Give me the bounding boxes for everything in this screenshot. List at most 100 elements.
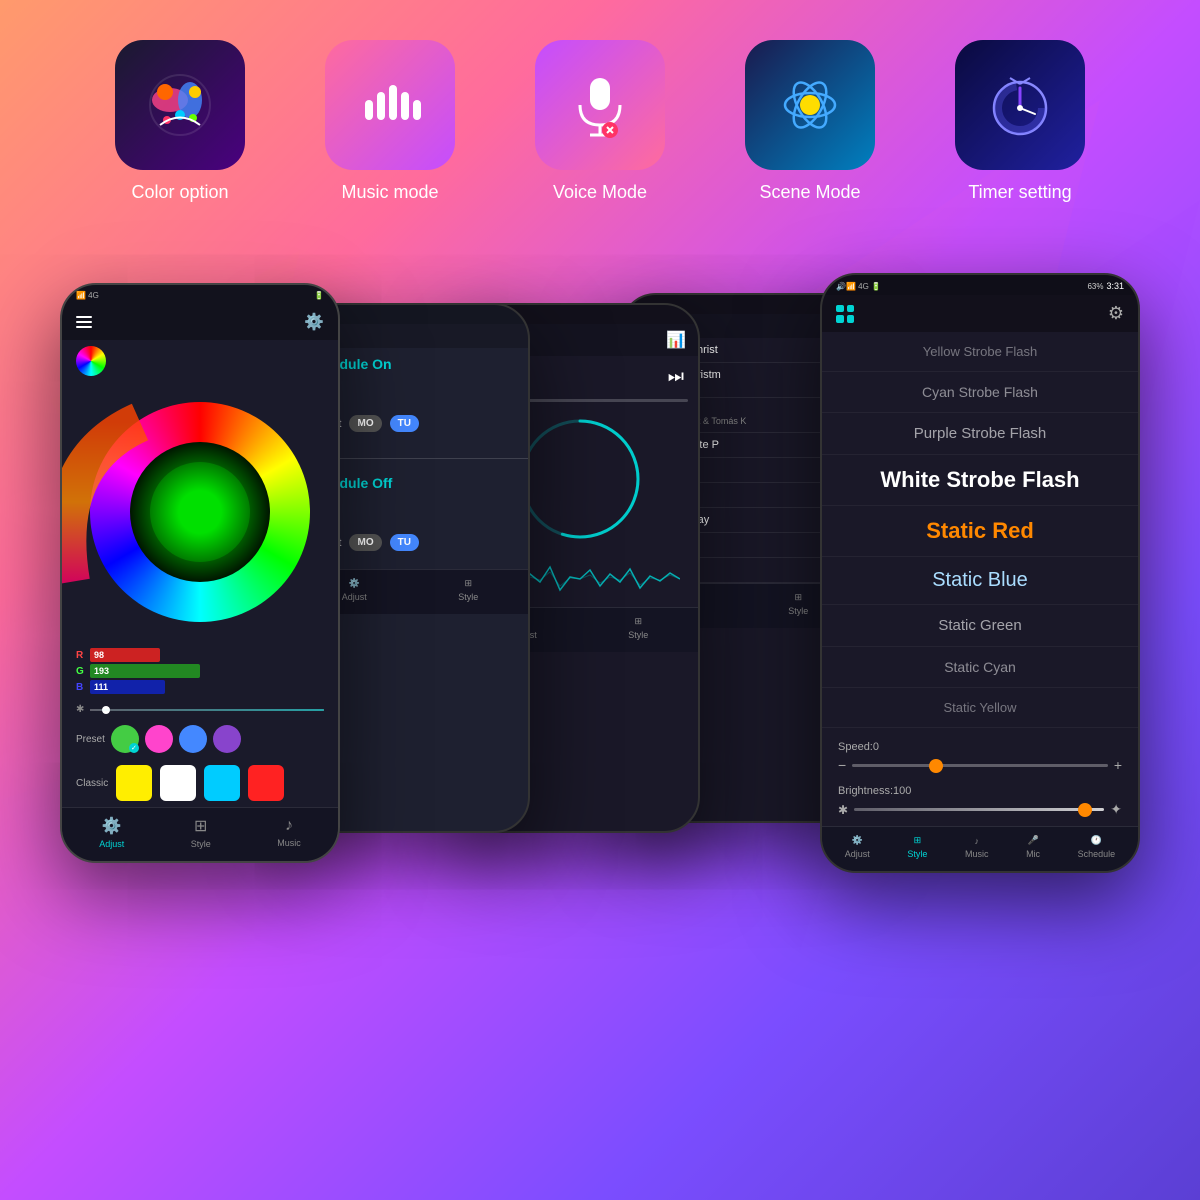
music-mode-label: Music mode: [341, 182, 438, 203]
speed-bar[interactable]: [852, 764, 1108, 767]
brightness-track2[interactable]: ✱ ✦: [838, 801, 1122, 818]
classic-white[interactable]: [160, 765, 196, 801]
speed-plus-icon[interactable]: +: [1114, 757, 1122, 773]
classic-cyan[interactable]: [204, 765, 240, 801]
p5-mic-icon: 🎤: [1027, 835, 1038, 846]
music-icon: ♪: [285, 817, 293, 835]
p1-nav-adjust[interactable]: ⚙️ Adjust: [99, 816, 124, 849]
speed-minus-icon[interactable]: −: [838, 757, 846, 773]
style-item-4[interactable]: Static Red: [822, 506, 1138, 557]
classic-yellow[interactable]: [116, 765, 152, 801]
p5-grid-icon[interactable]: [836, 305, 854, 323]
voice-mode-icon-box: [535, 40, 665, 170]
icon-item-music-mode[interactable]: Music mode: [325, 40, 455, 203]
p5-brightness-section: Brightness:100 ✱ ✦: [822, 781, 1138, 826]
p1-header: ⚙️: [62, 304, 338, 340]
preset-row: Preset: [62, 719, 338, 759]
preset-dot-2[interactable]: [145, 725, 173, 753]
color-wheel[interactable]: [90, 402, 310, 622]
p5-gear-icon[interactable]: ⚙: [1108, 303, 1124, 324]
p5-nav-music[interactable]: ♪ Music: [965, 836, 989, 859]
p4-style-icon: ⊞: [794, 592, 802, 603]
p2-nav-style[interactable]: ⊞ Style: [458, 578, 478, 602]
b-bar: 111: [90, 680, 165, 694]
style-item-8[interactable]: Static Yellow: [822, 688, 1138, 728]
scene-mode-icon-box: [745, 40, 875, 170]
classic-label: Classic: [76, 778, 108, 789]
r-bar: 98: [90, 648, 160, 662]
g-label: G: [76, 666, 86, 677]
p2-nav-adjust[interactable]: ⚙️ Adjust: [342, 578, 367, 602]
speed-track[interactable]: − +: [838, 757, 1122, 773]
rgb-values: R 98 G 193 B 111: [62, 642, 338, 700]
day-tu-1[interactable]: TU: [390, 415, 419, 432]
classic-red[interactable]: [248, 765, 284, 801]
scene-mode-label: Scene Mode: [759, 182, 860, 203]
phone-style-list: 🔊📶 4G 🔋 63% 3:31 ⚙ Yellow Strobe Flash C…: [820, 273, 1140, 873]
style-item-3[interactable]: White Strobe Flash: [822, 455, 1138, 506]
p1-status-bar: 📶 4G 🔋: [62, 285, 338, 304]
adjust-icon: ⚙️: [102, 816, 122, 836]
icon-item-timer-setting[interactable]: Timer setting: [955, 40, 1085, 203]
p3-nav-style[interactable]: ⊞ Style: [628, 616, 648, 640]
p1-nav-music[interactable]: ♪ Music: [277, 817, 301, 848]
top-icons-section: Color option Music mode: [0, 0, 1200, 223]
style-item-1[interactable]: Cyan Strobe Flash: [822, 372, 1138, 413]
sliders-icon[interactable]: ⚙️: [304, 312, 324, 332]
phone-color-option: 📶 4G 🔋 ⚙️: [60, 283, 340, 863]
p3-bars-icon: 📊: [666, 330, 686, 350]
p1-nav-bar: ⚙️ Adjust ⊞ Style ♪ Music: [62, 807, 338, 861]
brightness-label: Brightness:100: [838, 785, 1122, 797]
brightness-thumb2: [1078, 803, 1092, 817]
style-item-5[interactable]: Static Blue: [822, 557, 1138, 605]
color-wheel-area[interactable]: [62, 382, 338, 642]
day-mo-2[interactable]: MO: [349, 534, 381, 551]
day-tu-2[interactable]: TU: [390, 534, 419, 551]
music-mode-icon-box: [325, 40, 455, 170]
preset-dot-1[interactable]: [111, 725, 139, 753]
voice-mode-label: Voice Mode: [553, 182, 647, 203]
timer-setting-icon-box: [955, 40, 1085, 170]
style-item-0[interactable]: Yellow Strobe Flash: [822, 332, 1138, 372]
preset-dot-3[interactable]: [179, 725, 207, 753]
classic-row: Classic: [62, 759, 338, 807]
brightness-bar[interactable]: [854, 808, 1104, 811]
p5-nav-schedule[interactable]: 🕐 Schedule: [1078, 835, 1116, 859]
p4-nav-style[interactable]: ⊞ Style: [788, 592, 808, 616]
p5-music-icon: ♪: [974, 836, 979, 846]
p5-style-icon: ⊞: [914, 835, 922, 846]
p1-nav-style[interactable]: ⊞ Style: [191, 816, 211, 849]
style-icon: ⊞: [194, 816, 207, 836]
p5-status-bar: 🔊📶 4G 🔋 63% 3:31: [822, 275, 1138, 295]
b-label: B: [76, 682, 86, 693]
timer-setting-label: Timer setting: [968, 182, 1071, 203]
brightness-high-icon: ✦: [1110, 801, 1122, 818]
color-orb[interactable]: [76, 346, 106, 376]
p5-schedule-icon: 🕐: [1091, 835, 1102, 846]
hamburger-icon[interactable]: [76, 316, 92, 328]
style-item-6[interactable]: Static Green: [822, 605, 1138, 647]
p5-nav-style[interactable]: ⊞ Style: [907, 835, 927, 859]
icon-item-scene-mode[interactable]: Scene Mode: [745, 40, 875, 203]
p5-adjust-icon: ⚙️: [852, 835, 863, 846]
icon-item-color-option[interactable]: Color option: [115, 40, 245, 203]
preset-dot-4[interactable]: [213, 725, 241, 753]
p2-adjust-icon: ⚙️: [349, 578, 360, 589]
day-mo-1[interactable]: MO: [349, 415, 381, 432]
speed-thumb: [929, 759, 943, 773]
p1-brightness-row: ✱: [62, 700, 338, 719]
p5-nav-bar: ⚙️ Adjust ⊞ Style ♪ Music 🎤 Mic 🕐 Schedu…: [822, 826, 1138, 871]
style-item-2[interactable]: Purple Strobe Flash: [822, 413, 1138, 455]
color-option-label: Color option: [131, 182, 228, 203]
skip-icon[interactable]: ⏭: [668, 366, 684, 387]
brightness-track[interactable]: [90, 709, 324, 711]
p5-nav-adjust[interactable]: ⚙️ Adjust: [845, 835, 870, 859]
p5-time: 3:31: [1106, 281, 1124, 291]
style-item-7[interactable]: Static Cyan: [822, 647, 1138, 688]
r-label: R: [76, 650, 86, 661]
p2-style-icon: ⊞: [464, 578, 472, 589]
preset-label: Preset: [76, 734, 105, 745]
icon-item-voice-mode[interactable]: Voice Mode: [535, 40, 665, 203]
circular-progress: [515, 414, 645, 544]
p5-nav-mic[interactable]: 🎤 Mic: [1026, 835, 1040, 859]
